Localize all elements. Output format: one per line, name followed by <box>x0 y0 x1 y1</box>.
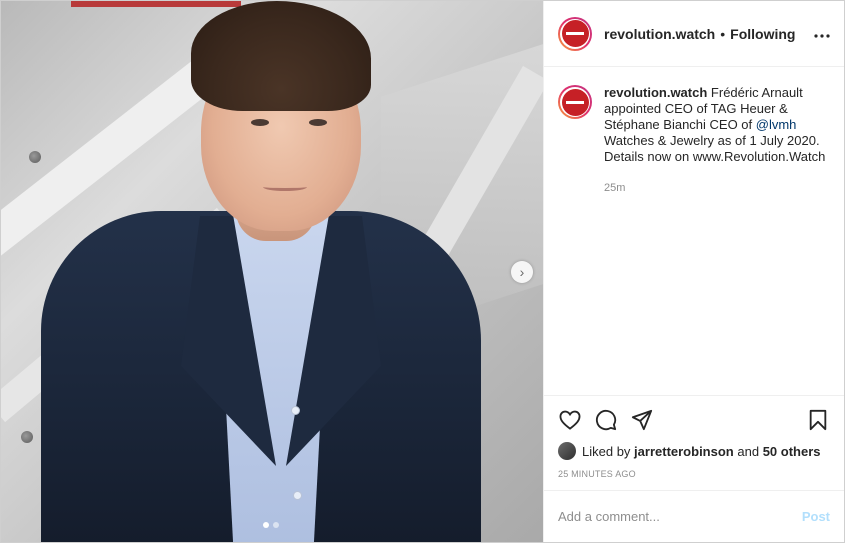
post-header: revolution.watch • Following <box>544 1 844 67</box>
instagram-post: › revolution.watch • Following revolutio… <box>0 0 845 543</box>
carousel-dot <box>273 522 279 528</box>
separator-dot: • <box>720 25 726 42</box>
carousel-dot-active <box>263 522 269 528</box>
carousel-indicator <box>263 522 279 528</box>
caption-timestamp: 25m <box>604 182 626 194</box>
likes-summary: Liked by jarretterobinson and 50 others <box>558 442 830 460</box>
chevron-right-icon: › <box>519 264 525 280</box>
heart-icon[interactable] <box>558 408 582 432</box>
caption-username[interactable]: revolution.watch <box>604 85 707 100</box>
mouth <box>263 183 307 191</box>
comment-input[interactable] <box>558 509 802 524</box>
revolution-logo <box>561 88 589 116</box>
action-bar <box>558 404 830 436</box>
comment-bar: Post <box>544 490 844 542</box>
post-comment-button[interactable]: Post <box>802 509 830 524</box>
bookmark-icon[interactable] <box>806 408 830 432</box>
share-icon[interactable] <box>630 408 654 432</box>
profile-avatar[interactable] <box>558 16 592 51</box>
portrait-photo <box>41 1 501 542</box>
eye <box>251 119 269 126</box>
revolution-logo <box>561 20 589 47</box>
shirt-button <box>293 491 302 500</box>
mention-link[interactable]: @lvmh <box>756 117 797 132</box>
following-button[interactable]: Following <box>730 26 795 42</box>
hair <box>191 1 371 111</box>
header-username[interactable]: revolution.watch <box>604 26 715 42</box>
post-caption: revolution.watch Frédéric Arnault appoin… <box>544 67 844 395</box>
likes-conjunction: and <box>737 443 760 459</box>
wall-bolt <box>21 431 33 443</box>
liker-avatar[interactable] <box>558 442 576 460</box>
post-timestamp: 25 MINUTES AGO <box>558 469 636 479</box>
post-side-panel: revolution.watch • Following revolution.… <box>543 1 844 542</box>
shirt-button <box>291 406 300 415</box>
caption-avatar[interactable] <box>558 85 592 119</box>
caption-text-end: Watches & Jewelry as of 1 July 2020. Det… <box>604 133 826 164</box>
liker-username[interactable]: jarretterobinson <box>634 444 734 459</box>
post-actions-section: Liked by jarretterobinson and 50 others … <box>544 395 844 490</box>
post-media[interactable]: › <box>1 1 543 542</box>
comment-icon[interactable] <box>594 408 618 432</box>
caption-body: revolution.watch Frédéric Arnault appoin… <box>604 85 830 395</box>
next-slide-button[interactable]: › <box>511 261 533 283</box>
more-options-icon[interactable] <box>814 25 830 43</box>
wall-bolt <box>29 151 41 163</box>
likes-prefix: Liked by <box>582 443 631 459</box>
header-text: revolution.watch • Following <box>604 26 795 42</box>
likes-others-link[interactable]: 50 others <box>763 444 821 459</box>
eye <box>309 119 327 126</box>
